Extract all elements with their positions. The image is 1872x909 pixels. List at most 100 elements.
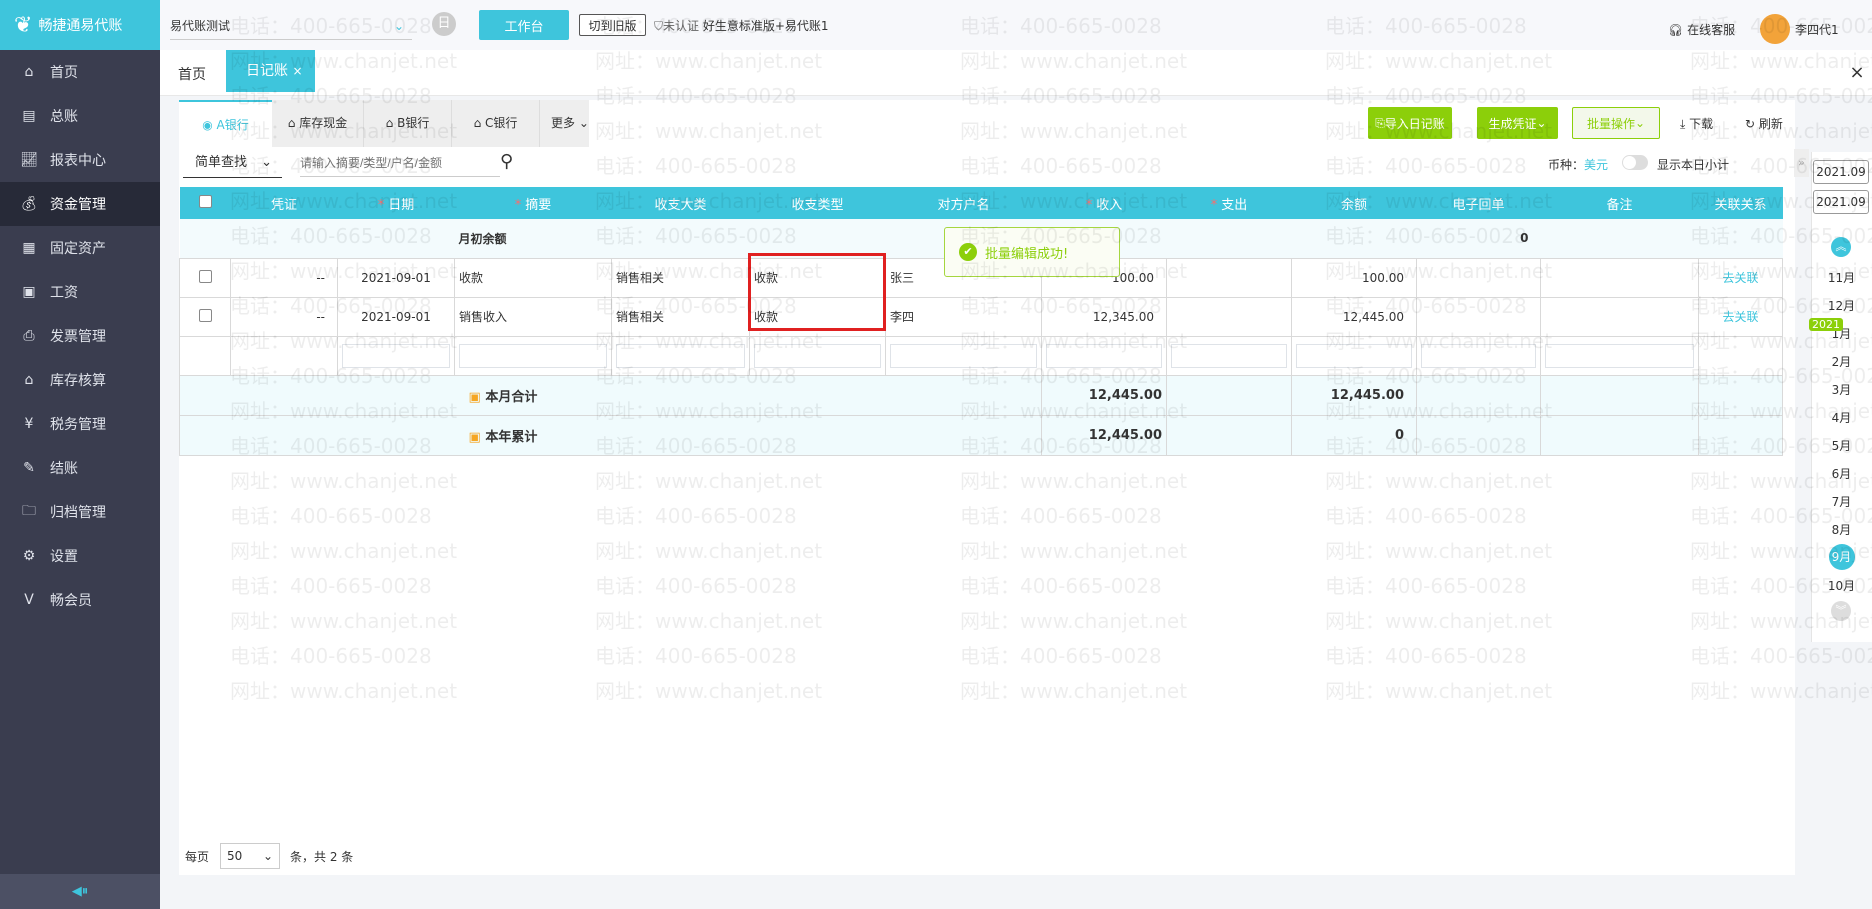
cell-summary: 销售收入 [454, 296, 612, 337]
column-header-label: 备注 [1606, 197, 1633, 213]
sidebar-item[interactable]: ⌂ 库存核算 [0, 358, 160, 402]
page-tabs [160, 50, 1872, 96]
sidebar-item[interactable]: 🗀 归档管理 [0, 490, 160, 534]
close-icon[interactable]: × [1842, 52, 1872, 94]
search-input[interactable] [300, 149, 500, 177]
account-tab[interactable]: ⌂ 库存现金 [272, 100, 364, 147]
sidebar-item[interactable]: ▦ 固定资产 [0, 226, 160, 270]
new-entry-input[interactable] [890, 343, 1037, 368]
account-tab[interactable]: ⌂ C银行 [452, 100, 540, 147]
new-entry-input[interactable] [754, 343, 881, 368]
column-header-label: 收入 [1096, 197, 1123, 213]
row-checkbox[interactable] [198, 269, 212, 283]
month-item[interactable]: 4月 [1811, 409, 1872, 426]
sidebar-item[interactable]: V 畅会员 [0, 578, 160, 622]
start-period[interactable]: 2021.09 [1813, 160, 1869, 184]
scroll-up-icon[interactable]: ︽ [1831, 237, 1851, 257]
sidebar-item[interactable]: 💰︎ 资金管理 [0, 182, 160, 226]
account-tab[interactable]: ⌂ B银行 [364, 100, 452, 147]
cell-type: 收款 [749, 296, 886, 337]
month-item[interactable]: 6月 [1811, 465, 1872, 482]
calendar-icon[interactable]: 日 [432, 12, 456, 36]
switch-old-version-button[interactable]: 切到旧版 [579, 14, 646, 36]
daily-subtotal-toggle[interactable] [1622, 155, 1648, 170]
cell-category: 销售相关 [611, 257, 750, 298]
month-item[interactable]: 5月 [1811, 437, 1872, 454]
calendar-icon: ▣ [468, 389, 486, 405]
cell-relation[interactable]: 去关联 [1698, 257, 1783, 298]
sidebar-item[interactable]: ⚙ 设置 [0, 534, 160, 578]
avatar[interactable] [1760, 14, 1790, 44]
opening-balance-value: 0 [1520, 231, 1529, 246]
column-header: 电子回单 [1416, 187, 1541, 219]
tab-journal-label: 日记账 [246, 63, 288, 79]
column-header: * 摘要 [454, 187, 612, 219]
tab-home[interactable]: 首页 [178, 64, 206, 84]
sidebar-item[interactable]: 📈︎ 报表中心 [0, 138, 160, 182]
account-tab[interactable]: ◉ A银行 [179, 100, 272, 147]
refresh-button[interactable]: ↻ 刷新 [1745, 115, 1783, 132]
collapse-sidebar-button[interactable]: ◀⏸ [0, 874, 160, 909]
currency-value[interactable]: 美元 [1584, 158, 1608, 172]
new-entry-input[interactable] [342, 343, 450, 368]
sidebar-item[interactable]: ▣ 工资 [0, 270, 160, 314]
select-all-checkbox[interactable] [198, 194, 212, 208]
month-item[interactable]: 7月 [1811, 493, 1872, 510]
table-row[interactable]: -- 2021-09-01 销售收入 销售相关 收款 李四 12,345.00 12,445.… [179, 296, 1783, 337]
download-icon: ⤓ [1680, 117, 1690, 131]
month-item[interactable]: 12月 [1811, 297, 1872, 314]
month-item[interactable]: 8月 [1811, 521, 1872, 538]
sidebar-item[interactable]: ▤ 总账 [0, 94, 160, 138]
month-item[interactable]: 9月 [1811, 544, 1872, 570]
sidebar-item[interactable]: ⎙ 发票管理 [0, 314, 160, 358]
company-select[interactable]: 易代账测试 ⌄ [170, 12, 412, 40]
cell-voucher: -- [230, 257, 338, 298]
new-entry-input[interactable] [1171, 343, 1287, 368]
close-tab-icon[interactable]: × [292, 64, 302, 78]
cell-expense [1166, 296, 1292, 337]
month-item[interactable]: 2月 [1811, 353, 1872, 370]
total-income: 12,445.00 [1041, 374, 1167, 416]
month-item[interactable]: 10月 [1811, 577, 1872, 594]
sidebar-item[interactable]: ⌂ 首页 [0, 50, 160, 94]
bank-icon: ◉ [202, 118, 217, 132]
month-item[interactable]: 11月 [1811, 269, 1872, 286]
generate-voucher-button[interactable]: 生成凭证 ⌄ [1477, 107, 1558, 139]
column-header-label: 日期 [388, 197, 415, 213]
new-entry-input[interactable] [616, 343, 745, 368]
more-accounts-button[interactable]: 更多 ⌄ [540, 100, 600, 147]
sidebar-item[interactable]: ✎ 结账 [0, 446, 160, 490]
month-item[interactable]: 3月 [1811, 381, 1872, 398]
tab-journal[interactable]: 日记账 × [226, 50, 315, 92]
import-journal-button[interactable]: ⎘ 导入日记账 [1368, 107, 1452, 139]
sidebar-item-label: 首页 [50, 65, 78, 81]
expand-panel-icon[interactable]: » [1794, 149, 1809, 177]
end-period[interactable]: 2021.09 [1813, 190, 1869, 214]
user-name[interactable]: 李四代1 [1795, 21, 1839, 38]
logo[interactable]: ❦ 畅捷通易代账 [0, 0, 160, 50]
search-icon[interactable]: ⚲ [500, 151, 513, 172]
per-page-select[interactable]: 50 ⌄ [220, 843, 280, 869]
row-checkbox[interactable] [198, 308, 212, 322]
workbench-button[interactable]: 工作台 [479, 10, 569, 40]
sidebar-item[interactable]: ¥ 税务管理 [0, 402, 160, 446]
scroll-down-icon[interactable]: ︾ [1831, 601, 1851, 621]
batch-label: 批量操作 [1586, 116, 1635, 131]
new-entry-input[interactable] [1545, 343, 1694, 368]
new-entry-input[interactable] [1046, 343, 1162, 368]
batch-operation-button[interactable]: 批量操作 ⌄ [1572, 107, 1660, 139]
chevron-down-icon: ⌄ [393, 19, 404, 33]
new-entry-input[interactable] [1296, 343, 1412, 368]
total-balance: 12,445.00 [1291, 374, 1417, 416]
column-header-label: 凭证 [270, 197, 297, 213]
new-entry-input[interactable] [1421, 343, 1536, 368]
column-header: 余额 [1291, 187, 1417, 219]
search-mode-select[interactable]: 简单查找 ⌄ [183, 148, 282, 178]
select-all-header[interactable] [179, 187, 231, 219]
new-entry-input[interactable] [459, 343, 607, 368]
online-support-link[interactable]: 🎧︎ 在线客服 [1668, 21, 1735, 38]
cell-relation[interactable]: 去关联 [1698, 296, 1783, 337]
download-button[interactable]: ⤓ 下载 [1680, 115, 1713, 132]
cell-voucher: -- [230, 296, 338, 337]
sidebar-item-label: 工资 [50, 285, 78, 301]
